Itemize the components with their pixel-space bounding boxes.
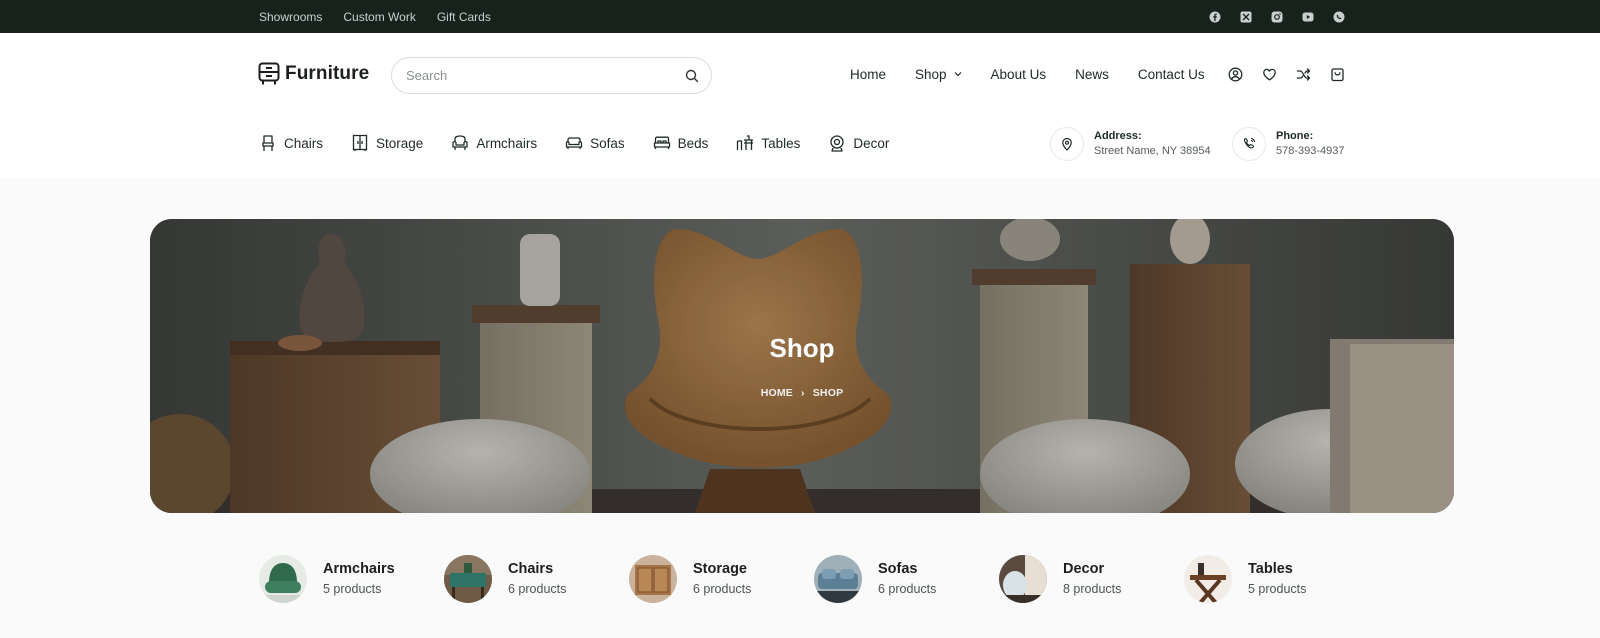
category-card-sofas[interactable]: Sofas 6 products bbox=[814, 555, 999, 603]
instagram-icon[interactable] bbox=[1271, 11, 1283, 23]
sofas-thumbnail bbox=[814, 555, 862, 603]
category-card-count: 8 products bbox=[1063, 582, 1122, 596]
category-card-name: Sofas bbox=[878, 561, 918, 577]
category-chairs-label: Chairs bbox=[284, 135, 324, 151]
wishlist-heart-icon[interactable] bbox=[1262, 67, 1277, 82]
phone-block: Phone: 578-393-4937 bbox=[1232, 127, 1345, 161]
nav-shop[interactable]: Shop bbox=[915, 67, 962, 82]
table-icon bbox=[737, 135, 754, 150]
hero-overlay bbox=[150, 219, 1454, 513]
phone-value[interactable]: 578-393-4937 bbox=[1276, 144, 1345, 159]
bed-icon bbox=[653, 136, 670, 149]
gift-cards-link[interactable]: Gift Cards bbox=[437, 10, 491, 24]
category-card-tables[interactable]: Tables 5 products bbox=[1184, 555, 1369, 603]
category-card-chairs[interactable]: Chairs 6 products bbox=[444, 555, 629, 603]
category-card-name: Decor bbox=[1063, 561, 1105, 577]
nav-about-us[interactable]: About Us bbox=[991, 67, 1047, 82]
storage-cabinet-icon bbox=[352, 134, 368, 151]
breadcrumb-separator: › bbox=[801, 387, 805, 399]
site-logo[interactable]: Furniture bbox=[258, 62, 369, 86]
cart-bag-icon[interactable] bbox=[1330, 67, 1345, 82]
x-icon[interactable] bbox=[1240, 11, 1252, 23]
category-decor[interactable]: Decor bbox=[828, 134, 889, 152]
category-card-name: Armchairs bbox=[323, 561, 395, 577]
category-beds[interactable]: Beds bbox=[653, 134, 709, 152]
breadcrumb: HOME › SHOP bbox=[150, 387, 1454, 399]
nav-contact-us[interactable]: Contact Us bbox=[1138, 67, 1205, 82]
category-tables[interactable]: Tables bbox=[736, 134, 800, 152]
breadcrumb-current: SHOP bbox=[812, 387, 844, 399]
search-box bbox=[391, 57, 712, 94]
category-card-count: 6 products bbox=[508, 582, 567, 596]
shop-hero-banner: Shop HOME › SHOP bbox=[150, 219, 1454, 513]
chair-icon bbox=[262, 135, 274, 151]
decor-thumbnail bbox=[999, 555, 1047, 603]
chevron-down-icon bbox=[954, 72, 961, 77]
tables-thumbnail bbox=[1184, 555, 1232, 603]
top-links: Showrooms Custom Work Gift Cards bbox=[259, 0, 491, 33]
storage-thumbnail bbox=[629, 555, 677, 603]
category-tables-label: Tables bbox=[761, 135, 801, 151]
category-list: Armchairs 5 products Chairs 6 products S… bbox=[259, 555, 1369, 603]
category-card-count: 6 products bbox=[878, 582, 937, 596]
youtube-icon[interactable] bbox=[1302, 11, 1314, 23]
top-bar: Showrooms Custom Work Gift Cards bbox=[0, 0, 1600, 33]
address-label: Address: bbox=[1094, 130, 1142, 142]
user-actions bbox=[1228, 67, 1345, 82]
category-card-count: 5 products bbox=[323, 582, 382, 596]
location-pin-icon bbox=[1050, 127, 1084, 161]
armchair-icon bbox=[452, 135, 468, 150]
category-card-name: Chairs bbox=[508, 561, 554, 577]
category-sofas[interactable]: Sofas bbox=[565, 134, 625, 152]
nav-news[interactable]: News bbox=[1075, 67, 1109, 82]
nav-shop-label: Shop bbox=[915, 66, 947, 82]
address-value: Street Name, NY 38954 bbox=[1094, 145, 1211, 157]
category-armchairs[interactable]: Armchairs bbox=[451, 134, 537, 152]
whatsapp-icon[interactable] bbox=[1333, 11, 1345, 23]
account-icon[interactable] bbox=[1228, 67, 1243, 82]
showrooms-link[interactable]: Showrooms bbox=[259, 10, 322, 24]
address-block: Address: Street Name, NY 38954 bbox=[1050, 127, 1211, 161]
category-storage-label: Storage bbox=[376, 135, 424, 151]
category-nav: Chairs Storage Armchairs Sofas Beds Tabl… bbox=[259, 134, 889, 152]
category-card-count: 5 products bbox=[1248, 582, 1307, 596]
category-decor-label: Decor bbox=[853, 135, 890, 151]
custom-work-link[interactable]: Custom Work bbox=[343, 10, 415, 24]
compare-shuffle-icon[interactable] bbox=[1296, 67, 1311, 82]
chairs-thumbnail bbox=[444, 555, 492, 603]
category-storage[interactable]: Storage bbox=[351, 134, 423, 152]
dresser-logo-icon bbox=[258, 62, 280, 85]
search-input[interactable] bbox=[406, 58, 666, 93]
site-header: Furniture Home Shop About Us News Contac… bbox=[0, 33, 1600, 178]
phone-label: Phone: bbox=[1276, 130, 1314, 142]
decor-icon bbox=[830, 135, 845, 152]
category-chairs[interactable]: Chairs bbox=[259, 134, 323, 152]
category-card-armchairs[interactable]: Armchairs 5 products bbox=[259, 555, 444, 603]
category-beds-label: Beds bbox=[677, 135, 709, 151]
category-card-count: 6 products bbox=[693, 582, 752, 596]
category-card-decor[interactable]: Decor 8 products bbox=[999, 555, 1184, 603]
page-title: Shop bbox=[769, 333, 835, 363]
category-sofas-label: Sofas bbox=[590, 135, 625, 151]
main-nav: Home Shop About Us News Contact Us bbox=[850, 64, 1234, 84]
facebook-icon[interactable] bbox=[1209, 11, 1221, 23]
search-icon[interactable] bbox=[685, 69, 699, 83]
category-card-name: Storage bbox=[693, 561, 747, 577]
armchairs-thumbnail bbox=[259, 555, 307, 603]
social-links bbox=[1209, 0, 1345, 33]
phone-icon bbox=[1232, 127, 1266, 161]
category-card-name: Tables bbox=[1248, 561, 1293, 577]
logo-text: Furniture bbox=[285, 63, 370, 84]
sofa-icon bbox=[565, 137, 583, 149]
nav-home[interactable]: Home bbox=[850, 67, 886, 82]
category-card-storage[interactable]: Storage 6 products bbox=[629, 555, 814, 603]
category-armchairs-label: Armchairs bbox=[476, 135, 538, 151]
breadcrumb-home[interactable]: HOME bbox=[761, 387, 793, 399]
